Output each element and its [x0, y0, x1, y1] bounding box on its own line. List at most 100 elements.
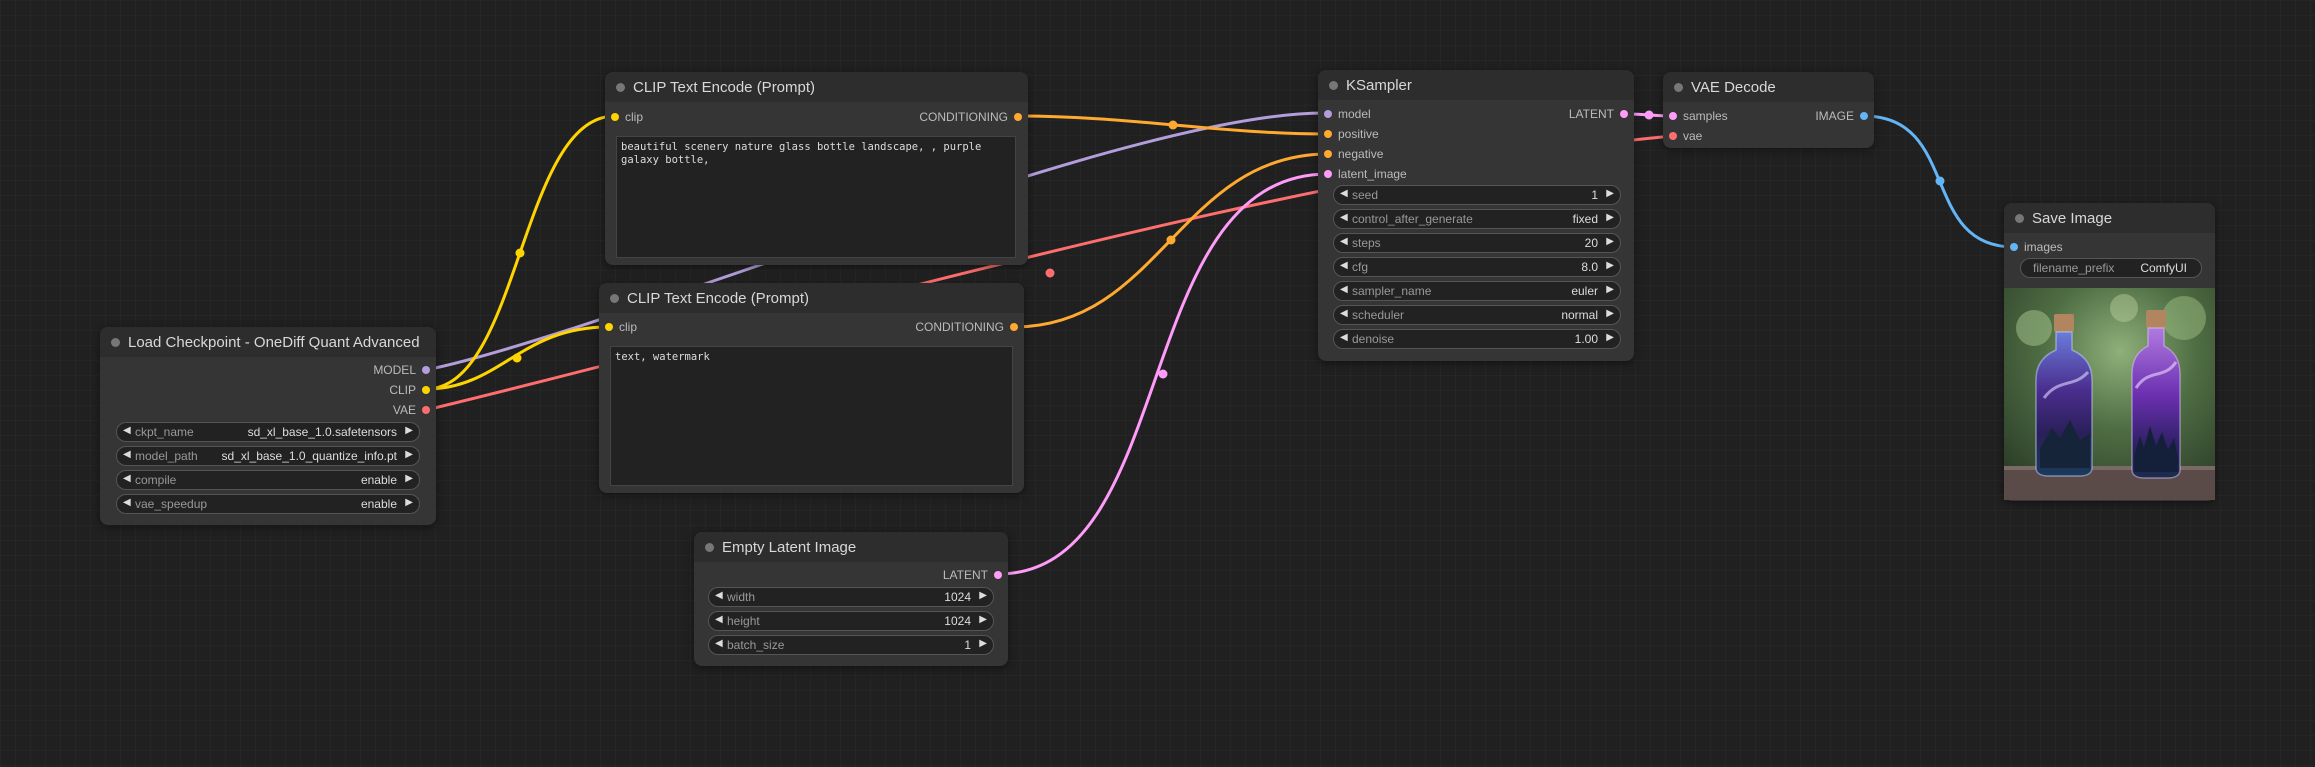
- increment-arrow-icon[interactable]: ▶: [1606, 236, 1614, 247]
- widget-scheduler[interactable]: ◀ scheduler normal ▶: [1333, 305, 1621, 325]
- increment-arrow-icon[interactable]: ▶: [405, 449, 413, 460]
- widget-vae-speedup[interactable]: ◀ vae_speedup enable ▶: [116, 494, 420, 514]
- decrement-arrow-icon[interactable]: ◀: [1340, 308, 1348, 319]
- decrement-arrow-icon[interactable]: ◀: [123, 473, 131, 484]
- input-slot-clip[interactable]: clip: [605, 320, 685, 334]
- collapse-dot-icon[interactable]: [1674, 83, 1683, 92]
- output-slot-vae[interactable]: VAE: [310, 403, 430, 417]
- widget-ckpt-name[interactable]: ◀ ckpt_name sd_xl_base_1.0.safetensors ▶: [116, 422, 420, 442]
- conditioning-slot-dot-icon[interactable]: [1014, 113, 1022, 121]
- collapse-dot-icon[interactable]: [616, 83, 625, 92]
- image-preview[interactable]: [2004, 288, 2215, 500]
- decrement-arrow-icon[interactable]: ◀: [123, 425, 131, 436]
- widget-compile[interactable]: ◀ compile enable ▶: [116, 470, 420, 490]
- decrement-arrow-icon[interactable]: ◀: [715, 614, 723, 625]
- node-header[interactable]: Load Checkpoint - OneDiff Quant Advanced: [100, 327, 436, 357]
- decrement-arrow-icon[interactable]: ◀: [715, 638, 723, 649]
- widget-batch-size[interactable]: ◀ batch_size 1 ▶: [708, 635, 994, 655]
- collapse-dot-icon[interactable]: [1329, 81, 1338, 90]
- input-slot-latent-image[interactable]: latent_image: [1324, 167, 1444, 181]
- latent-slot-dot-icon[interactable]: [1620, 110, 1628, 118]
- decrement-arrow-icon[interactable]: ◀: [1340, 188, 1348, 199]
- widget-seed[interactable]: ◀ seed 1 ▶: [1333, 185, 1621, 205]
- increment-arrow-icon[interactable]: ▶: [979, 590, 987, 601]
- decrement-arrow-icon[interactable]: ◀: [1340, 212, 1348, 223]
- conditioning-slot-dot-icon[interactable]: [1324, 130, 1332, 138]
- increment-arrow-icon[interactable]: ▶: [1606, 188, 1614, 199]
- conditioning-slot-dot-icon[interactable]: [1324, 150, 1332, 158]
- clip-text-encode-positive-node[interactable]: CLIP Text Encode (Prompt) clip CONDITION…: [605, 72, 1028, 265]
- widget-sampler-name[interactable]: ◀ sampler_name euler ▶: [1333, 281, 1621, 301]
- latent-slot-dot-icon[interactable]: [1669, 112, 1677, 120]
- latent-slot-dot-icon[interactable]: [1324, 170, 1332, 178]
- vae-slot-dot-icon[interactable]: [1669, 132, 1677, 140]
- model-slot-dot-icon[interactable]: [422, 366, 430, 374]
- widget-width[interactable]: ◀ width 1024 ▶: [708, 587, 994, 607]
- output-slot-model[interactable]: MODEL: [310, 363, 430, 377]
- decrement-arrow-icon[interactable]: ◀: [1340, 260, 1348, 271]
- increment-arrow-icon[interactable]: ▶: [1606, 332, 1614, 343]
- node-header[interactable]: KSampler: [1318, 70, 1634, 100]
- collapse-dot-icon[interactable]: [610, 294, 619, 303]
- input-slot-images[interactable]: images: [2010, 240, 2100, 254]
- increment-arrow-icon[interactable]: ▶: [979, 638, 987, 649]
- decrement-arrow-icon[interactable]: ◀: [123, 449, 131, 460]
- increment-arrow-icon[interactable]: ▶: [405, 473, 413, 484]
- decrement-arrow-icon[interactable]: ◀: [1340, 236, 1348, 247]
- collapse-dot-icon[interactable]: [111, 338, 120, 347]
- clip-slot-dot-icon[interactable]: [611, 113, 619, 121]
- vae-decode-node[interactable]: VAE Decode samples vae IMAGE: [1663, 72, 1874, 148]
- input-slot-positive[interactable]: positive: [1324, 127, 1424, 141]
- clip-slot-dot-icon[interactable]: [422, 386, 430, 394]
- output-slot-conditioning[interactable]: CONDITIONING: [872, 110, 1022, 124]
- vae-slot-dot-icon[interactable]: [422, 406, 430, 414]
- input-slot-negative[interactable]: negative: [1324, 147, 1424, 161]
- widget-steps[interactable]: ◀ steps 20 ▶: [1333, 233, 1621, 253]
- clip-text-encode-negative-node[interactable]: CLIP Text Encode (Prompt) clip CONDITION…: [599, 283, 1024, 493]
- decrement-arrow-icon[interactable]: ◀: [715, 590, 723, 601]
- decrement-arrow-icon[interactable]: ◀: [1340, 284, 1348, 295]
- input-slot-model[interactable]: model: [1324, 107, 1424, 121]
- widget-model-path[interactable]: ◀ model_path sd_xl_base_1.0_quantize_inf…: [116, 446, 420, 466]
- output-slot-image[interactable]: IMAGE: [1778, 109, 1868, 123]
- increment-arrow-icon[interactable]: ▶: [405, 497, 413, 508]
- increment-arrow-icon[interactable]: ▶: [1606, 260, 1614, 271]
- latent-slot-dot-icon[interactable]: [994, 571, 1002, 579]
- decrement-arrow-icon[interactable]: ◀: [123, 497, 131, 508]
- increment-arrow-icon[interactable]: ▶: [979, 614, 987, 625]
- node-header[interactable]: VAE Decode: [1663, 72, 1874, 102]
- node-header[interactable]: Save Image: [2004, 203, 2215, 233]
- collapse-dot-icon[interactable]: [705, 543, 714, 552]
- save-image-node[interactable]: Save Image images filename_prefix ComfyU…: [2004, 203, 2215, 501]
- output-slot-latent[interactable]: LATENT: [1528, 107, 1628, 121]
- widget-denoise[interactable]: ◀ denoise 1.00 ▶: [1333, 329, 1621, 349]
- image-slot-dot-icon[interactable]: [2010, 243, 2018, 251]
- clip-slot-dot-icon[interactable]: [605, 323, 613, 331]
- increment-arrow-icon[interactable]: ▶: [1606, 284, 1614, 295]
- collapse-dot-icon[interactable]: [2015, 214, 2024, 223]
- conditioning-slot-dot-icon[interactable]: [1010, 323, 1018, 331]
- increment-arrow-icon[interactable]: ▶: [1606, 308, 1614, 319]
- ksampler-node[interactable]: KSampler model positive negative latent_…: [1318, 70, 1634, 361]
- node-header[interactable]: CLIP Text Encode (Prompt): [599, 283, 1024, 313]
- widget-filename-prefix[interactable]: filename_prefix ComfyUI: [2020, 258, 2202, 278]
- node-graph-canvas[interactable]: Load Checkpoint - OneDiff Quant Advanced…: [0, 0, 2315, 767]
- increment-arrow-icon[interactable]: ▶: [405, 425, 413, 436]
- node-header[interactable]: CLIP Text Encode (Prompt): [605, 72, 1028, 102]
- widget-cfg[interactable]: ◀ cfg 8.0 ▶: [1333, 257, 1621, 277]
- node-header[interactable]: Empty Latent Image: [694, 532, 1008, 562]
- input-slot-samples[interactable]: samples: [1669, 109, 1759, 123]
- empty-latent-image-node[interactable]: Empty Latent Image LATENT ◀ width 1024 ▶…: [694, 532, 1008, 666]
- image-slot-dot-icon[interactable]: [1860, 112, 1868, 120]
- output-slot-clip[interactable]: CLIP: [310, 383, 430, 397]
- widget-control-after-generate[interactable]: ◀ control_after_generate fixed ▶: [1333, 209, 1621, 229]
- load-checkpoint-node[interactable]: Load Checkpoint - OneDiff Quant Advanced…: [100, 327, 436, 525]
- model-slot-dot-icon[interactable]: [1324, 110, 1332, 118]
- output-slot-latent[interactable]: LATENT: [902, 568, 1002, 582]
- increment-arrow-icon[interactable]: ▶: [1606, 212, 1614, 223]
- widget-height[interactable]: ◀ height 1024 ▶: [708, 611, 994, 631]
- output-slot-conditioning[interactable]: CONDITIONING: [868, 320, 1018, 334]
- input-slot-vae[interactable]: vae: [1669, 129, 1759, 143]
- prompt-textarea[interactable]: text, watermark: [610, 346, 1013, 486]
- prompt-textarea[interactable]: beautiful scenery nature glass bottle la…: [616, 136, 1016, 258]
